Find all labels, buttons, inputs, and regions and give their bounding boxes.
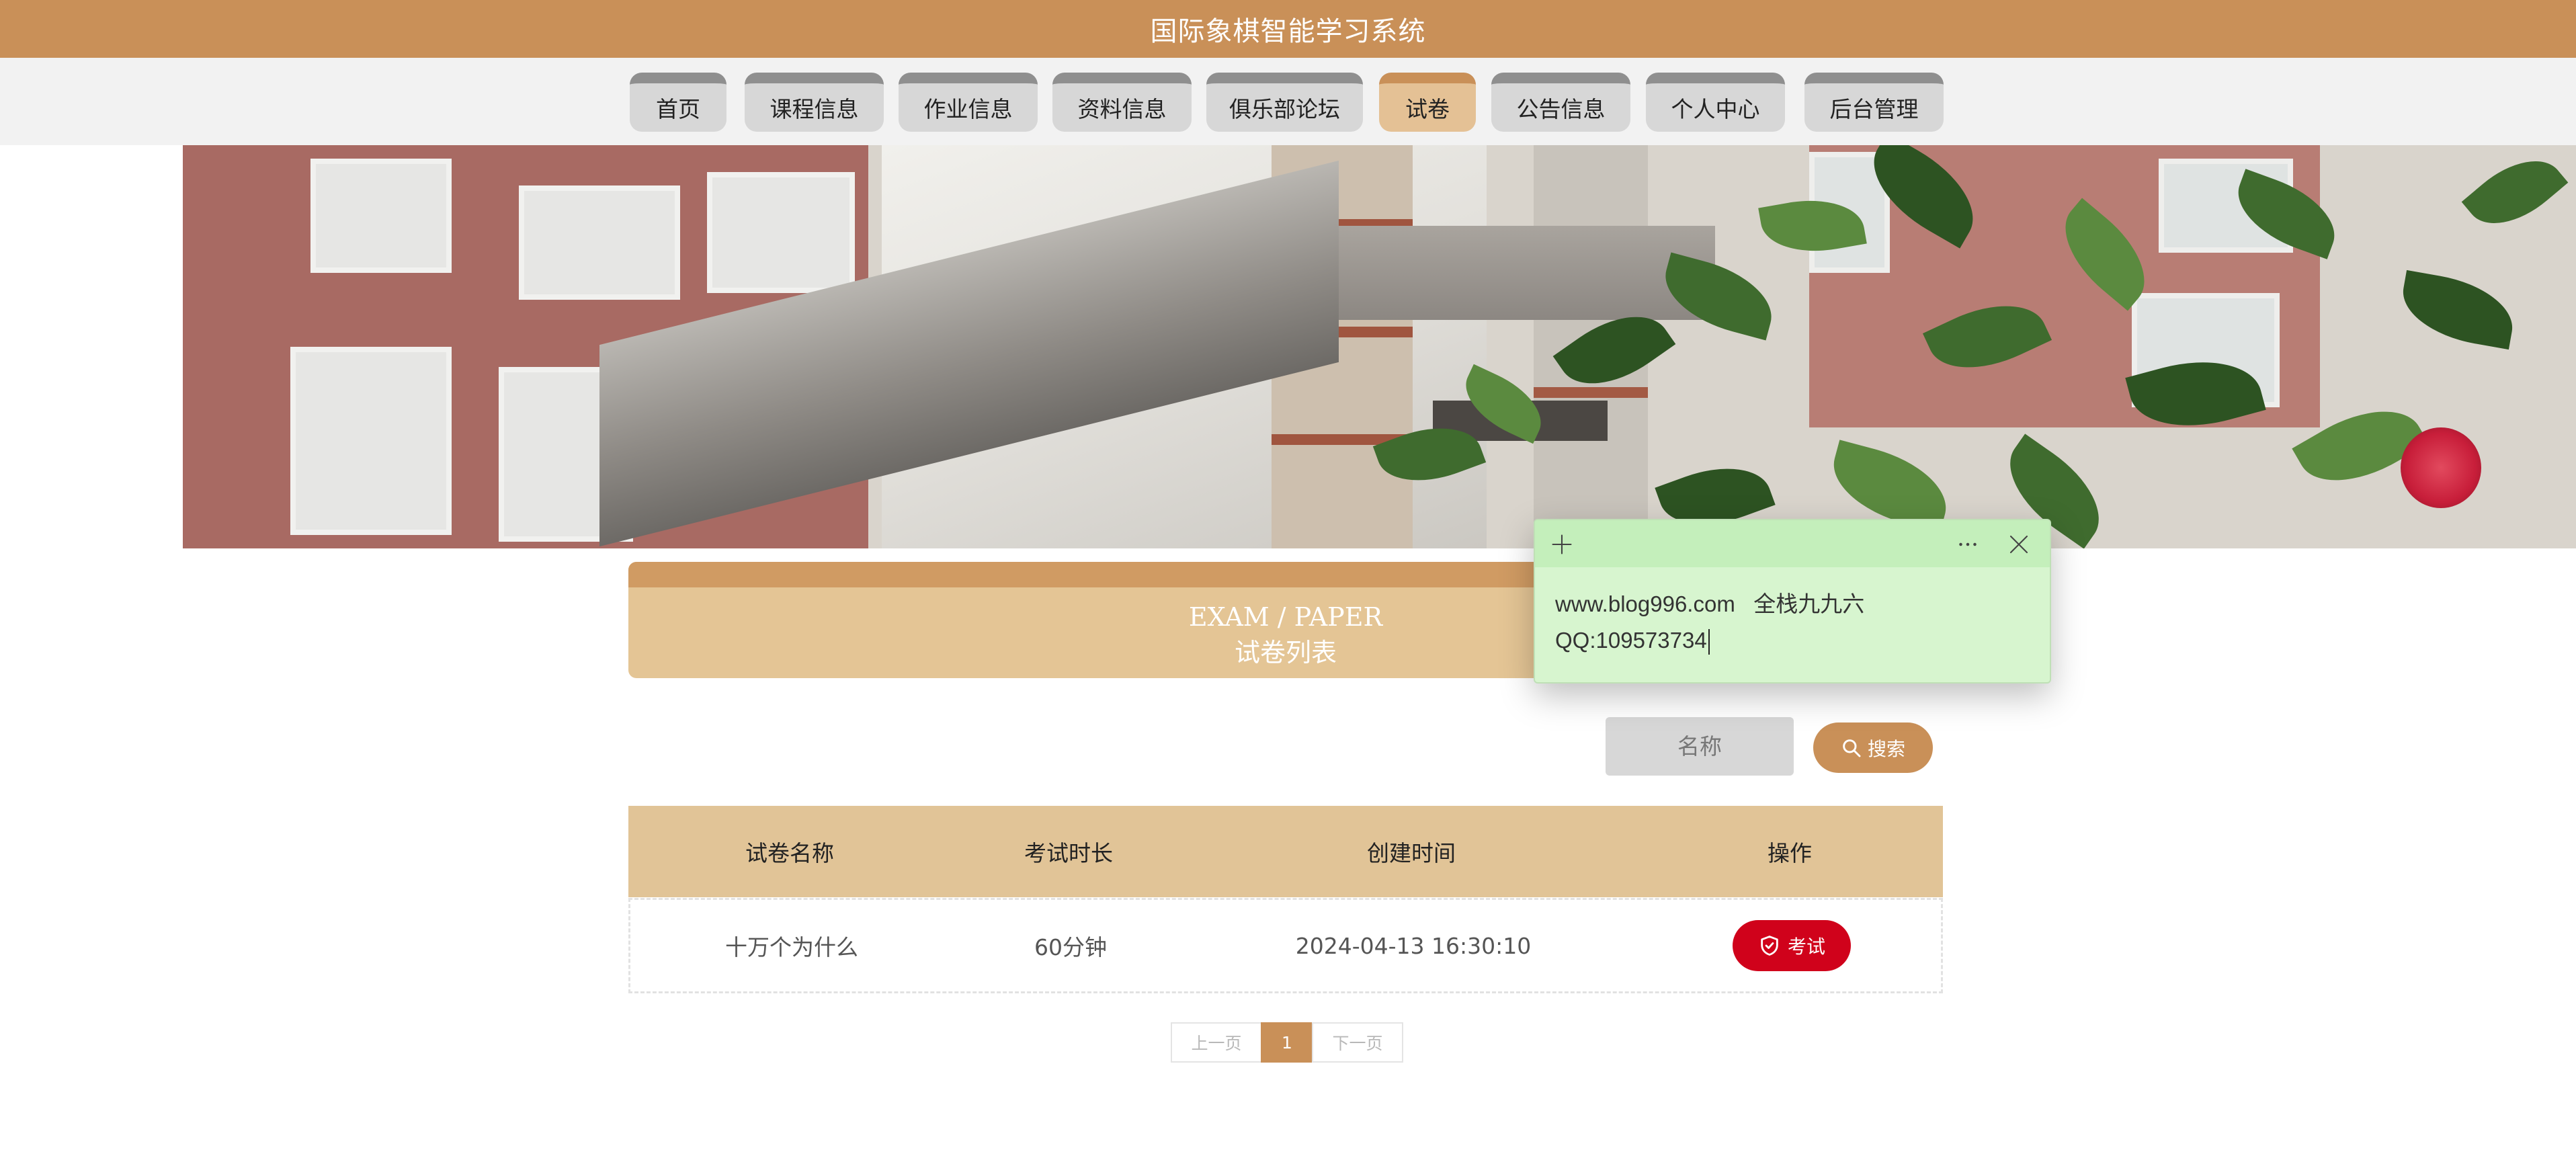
search-input[interactable]	[1606, 717, 1794, 776]
banner-image	[0, 145, 2576, 548]
nav-club-forum[interactable]: 俱乐部论坛	[1206, 73, 1363, 132]
table-header: 试卷名称 考试时长 创建时间 操作	[628, 806, 1943, 897]
site-title: 国际象棋智能学习系统	[1150, 16, 1426, 47]
more-options-button[interactable]	[1952, 528, 1984, 561]
nav-profile[interactable]: 个人中心	[1646, 73, 1785, 132]
column-header-action: 操作	[1768, 840, 1812, 866]
main-nav: 首页 课程信息 作业信息 资料信息 俱乐部论坛 试卷 公告信息 个人中心 后台管…	[0, 58, 2576, 145]
more-dots-icon	[1959, 542, 1977, 546]
close-note-button[interactable]	[2003, 528, 2035, 561]
note-line-1: www.blog996.com 全栈九九六	[1555, 591, 1865, 616]
nav-home[interactable]: 首页	[630, 73, 726, 132]
nav-courses[interactable]: 课程信息	[745, 73, 884, 132]
prev-page-button[interactable]: 上一页	[1171, 1022, 1262, 1063]
text-caret	[1708, 629, 1710, 655]
shield-check-icon	[1761, 936, 1778, 956]
note-line-2: QQ:109573734	[1555, 622, 2026, 659]
nav-exam[interactable]: 试卷	[1379, 73, 1476, 132]
search-icon	[1843, 739, 1861, 757]
take-exam-button[interactable]: 考试	[1733, 920, 1851, 971]
column-header-name: 试卷名称	[745, 840, 834, 866]
column-header-duration: 考试时长	[1024, 840, 1113, 866]
exam-created-cell: 2024-04-13 16:30:10	[1295, 932, 1532, 959]
note-line-2-text: QQ:109573734	[1555, 628, 1707, 653]
nav-admin[interactable]: 后台管理	[1804, 73, 1944, 132]
exam-action-cell: 考试	[1638, 900, 1945, 991]
current-page-button[interactable]: 1	[1261, 1022, 1313, 1063]
close-icon	[2009, 535, 2028, 554]
take-exam-label: 考试	[1787, 936, 1825, 958]
nav-materials[interactable]: 资料信息	[1052, 73, 1192, 132]
search-button-label: 搜索	[1867, 737, 1905, 760]
sticky-note-toolbar	[1535, 520, 2050, 567]
search-button[interactable]: 搜索	[1813, 722, 1933, 773]
add-note-button[interactable]	[1546, 528, 1578, 561]
table-row: 十万个为什么 60分钟 2024-04-13 16:30:10 考试	[628, 898, 1943, 993]
exam-name-cell: 十万个为什么	[725, 934, 858, 960]
top-bar: 国际象棋智能学习系统	[0, 0, 2576, 58]
next-page-button[interactable]: 下一页	[1312, 1022, 1403, 1063]
exam-table: 试卷名称 考试时长 创建时间 操作 十万个为什么 60分钟 2024-04-13…	[628, 806, 1943, 994]
exam-duration-cell: 60分钟	[1034, 934, 1107, 960]
nav-notices[interactable]: 公告信息	[1491, 73, 1630, 132]
column-header-created: 创建时间	[1367, 840, 1456, 866]
plus-icon	[1552, 534, 1572, 554]
sticky-note-text[interactable]: www.blog996.com 全栈九九六 QQ:109573734	[1555, 586, 2026, 659]
nav-homework[interactable]: 作业信息	[899, 73, 1038, 132]
sticky-note[interactable]: www.blog996.com 全栈九九六 QQ:109573734	[1534, 519, 2051, 684]
